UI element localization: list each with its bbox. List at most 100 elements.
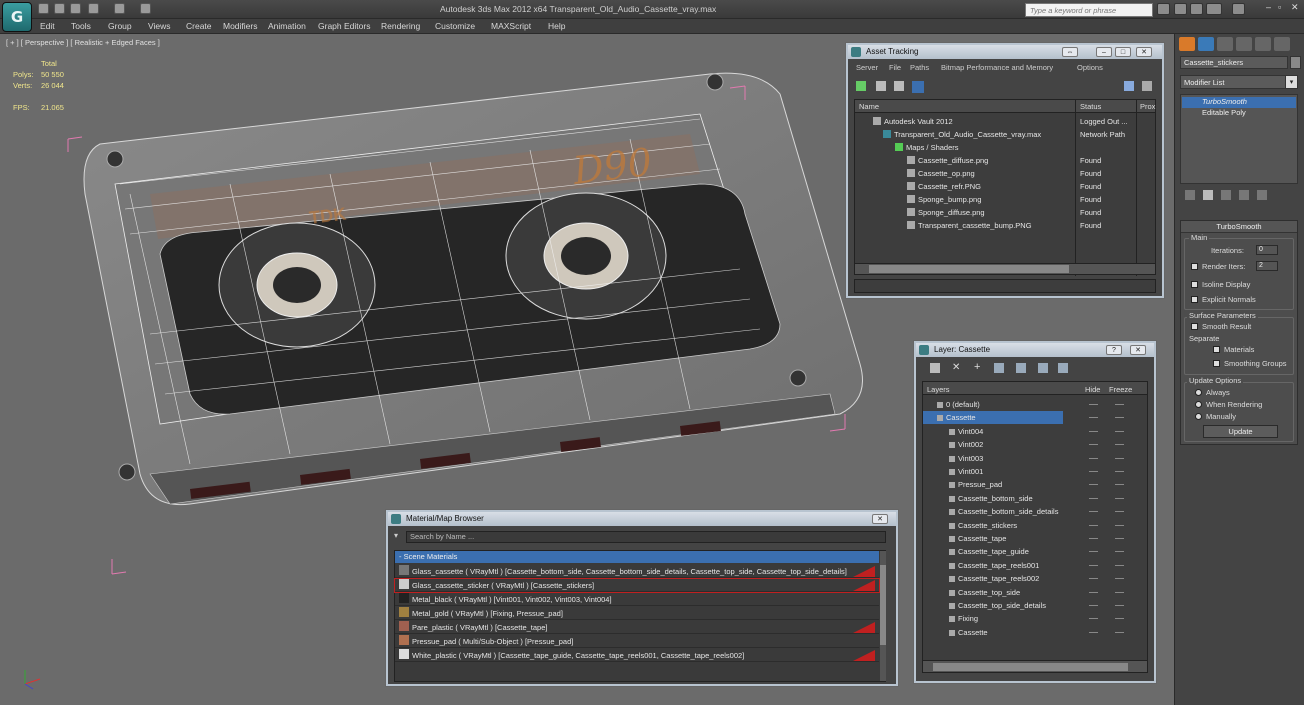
restore-icon[interactable]: ▫ — [1278, 2, 1281, 12]
horizontal-scrollbar[interactable] — [855, 263, 1155, 274]
hide-toggle[interactable] — [1089, 618, 1098, 620]
asset-row[interactable]: Transparent_cassette_bump.PNG Found — [855, 219, 1155, 232]
add-to-layer-icon[interactable]: + — [974, 362, 980, 373]
select-objects-icon[interactable] — [994, 363, 1004, 373]
freeze-toggle[interactable] — [1115, 524, 1124, 526]
hide-toggle[interactable] — [1089, 631, 1098, 633]
asset-menu-server[interactable]: Server — [856, 63, 878, 72]
hide-all-icon[interactable] — [1038, 363, 1048, 373]
scene-materials-section[interactable]: - Scene Materials — [395, 551, 879, 563]
pin-stack-icon[interactable] — [1185, 190, 1195, 200]
menu-maxscript[interactable]: MAXScript — [491, 21, 531, 31]
menu-rendering[interactable]: Rendering — [381, 21, 420, 31]
freeze-toggle[interactable] — [1115, 564, 1124, 566]
smoothing-groups-checkbox[interactable] — [1213, 360, 1220, 367]
utilities-tab-icon[interactable] — [1274, 37, 1290, 51]
freeze-toggle[interactable] — [1115, 417, 1124, 419]
freeze-toggle[interactable] — [1115, 404, 1124, 405]
asset-row[interactable]: Sponge_bump.png Found — [855, 193, 1155, 206]
stack-item-editable-poly[interactable]: Editable Poly — [1182, 108, 1296, 119]
hide-toggle[interactable] — [1089, 578, 1098, 580]
close-button[interactable]: ✕ — [1130, 345, 1146, 355]
refresh-icon[interactable] — [856, 81, 866, 91]
modify-tab-icon[interactable] — [1198, 37, 1214, 51]
scroll-thumb[interactable] — [880, 565, 886, 645]
smooth-result-checkbox[interactable] — [1191, 323, 1198, 330]
help-icon[interactable] — [1142, 81, 1152, 91]
display-tab-icon[interactable] — [1255, 37, 1271, 51]
manually-radio[interactable] — [1195, 413, 1202, 420]
scroll-thumb[interactable] — [869, 265, 1069, 273]
save-file-icon[interactable] — [70, 3, 81, 14]
hide-toggle[interactable] — [1089, 471, 1098, 472]
freeze-toggle[interactable] — [1115, 497, 1124, 499]
freeze-toggle[interactable] — [1115, 551, 1124, 553]
when-rendering-radio[interactable] — [1195, 401, 1202, 408]
render-iters-checkbox[interactable] — [1191, 263, 1198, 270]
list-view-icon[interactable] — [876, 81, 886, 91]
options-arrow-icon[interactable]: ▾ — [394, 531, 404, 541]
asset-menu-paths[interactable]: Paths — [910, 63, 929, 72]
exchange-icon[interactable] — [1206, 3, 1222, 15]
configure-sets-icon[interactable] — [1257, 190, 1267, 200]
hide-toggle[interactable] — [1089, 538, 1098, 539]
detail-view-icon[interactable] — [894, 81, 904, 91]
hide-toggle[interactable] — [1089, 417, 1098, 419]
layer-row[interactable]: Cassette_top_side — [923, 586, 1147, 599]
hide-toggle[interactable] — [1089, 564, 1098, 566]
asset-row[interactable]: Autodesk Vault 2012 Logged Out ... — [855, 115, 1155, 128]
horizontal-scrollbar[interactable] — [923, 660, 1147, 672]
menu-edit[interactable]: Edit — [40, 21, 55, 31]
col-name-header[interactable]: Name — [859, 102, 879, 111]
chevron-down-icon[interactable]: ▾ — [1285, 75, 1298, 89]
vault-icon[interactable] — [1124, 81, 1134, 91]
layer-row[interactable]: Vint002 — [923, 438, 1147, 451]
update-button[interactable]: Update — [1203, 425, 1278, 438]
subscription-icon[interactable] — [1174, 3, 1187, 15]
new-file-icon[interactable] — [38, 3, 49, 14]
layer-row[interactable]: Cassette_bottom_side_details — [923, 505, 1147, 518]
material-row[interactable]: Glass_cassette ( VRayMtl ) [Cassette_bot… — [395, 565, 879, 578]
asset-row[interactable]: Cassette_diffuse.png Found — [855, 154, 1155, 167]
menu-animation[interactable]: Animation — [268, 21, 306, 31]
make-unique-icon[interactable] — [1221, 190, 1231, 200]
app-logo-icon[interactable]: G — [2, 2, 32, 32]
material-row[interactable]: Pressue_pad ( Multi/Sub-Object ) [Pressu… — [395, 635, 879, 648]
layer-row[interactable]: Pressue_pad — [923, 478, 1147, 491]
stack-item-turbosmooth[interactable]: TurboSmooth — [1182, 97, 1296, 108]
asset-menu-file[interactable]: File — [889, 63, 901, 72]
layer-row[interactable]: Cassette_tape_reels002 — [923, 572, 1147, 585]
iterations-spinner[interactable]: 0 — [1256, 245, 1278, 255]
search-input[interactable]: Type a keyword or phrase — [1025, 3, 1153, 17]
layer-row[interactable]: Cassette — [923, 411, 1063, 425]
col-hide-header[interactable]: Hide — [1085, 385, 1100, 394]
viewport-label[interactable]: [ + ] [ Perspective ] [ Realistic + Edge… — [6, 38, 160, 47]
modifier-list-dropdown[interactable]: Modifier List — [1180, 75, 1298, 89]
scroll-thumb[interactable] — [933, 663, 1128, 671]
explicit-normals-checkbox[interactable] — [1191, 296, 1198, 303]
col-status-header[interactable]: Status — [1080, 102, 1101, 111]
asset-menu-bitmap[interactable]: Bitmap Performance and Memory — [941, 63, 1053, 72]
close-icon[interactable]: ✕ — [1291, 2, 1299, 13]
hide-toggle[interactable] — [1089, 444, 1098, 446]
menu-modifiers[interactable]: Modifiers — [223, 21, 257, 31]
layer-row[interactable]: Cassette_tape_reels001 — [923, 559, 1147, 572]
isoline-checkbox[interactable] — [1191, 281, 1198, 288]
minimize-icon[interactable]: – — [1266, 2, 1271, 12]
open-file-icon[interactable] — [54, 3, 65, 14]
highlight-layer-icon[interactable] — [1016, 363, 1026, 373]
help-icon[interactable] — [1232, 3, 1245, 15]
hide-toggle[interactable] — [1089, 430, 1098, 432]
material-row[interactable]: Glass_cassette_sticker ( VRayMtl ) [Cass… — [394, 578, 880, 593]
hide-toggle[interactable] — [1089, 591, 1098, 593]
material-browser-title[interactable]: Material/Map Browser — [388, 512, 896, 526]
hide-toggle[interactable] — [1089, 404, 1098, 405]
freeze-toggle[interactable] — [1115, 444, 1124, 446]
freeze-toggle[interactable] — [1115, 484, 1124, 486]
freeze-toggle[interactable] — [1115, 471, 1124, 472]
undo-icon[interactable] — [88, 3, 99, 14]
freeze-toggle[interactable] — [1115, 578, 1124, 580]
hide-toggle[interactable] — [1089, 524, 1098, 526]
menu-views[interactable]: Views — [148, 21, 171, 31]
freeze-toggle[interactable] — [1115, 511, 1124, 513]
